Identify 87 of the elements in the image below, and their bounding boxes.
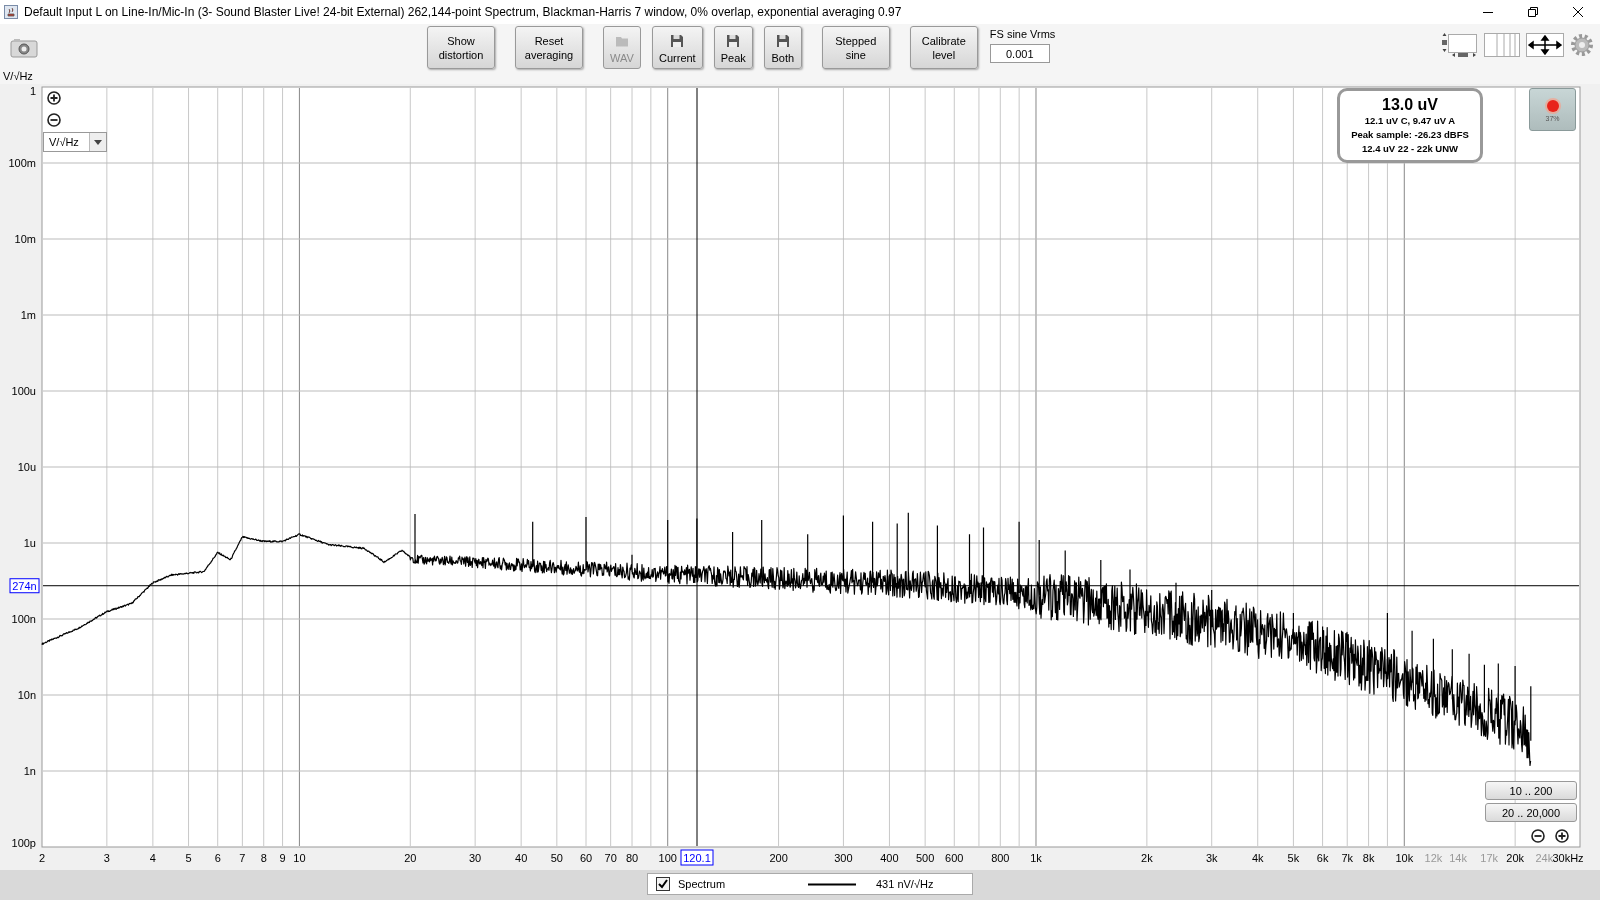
x-tick-label: 6 — [214, 852, 221, 864]
y-tick-label: 1m — [20, 309, 36, 321]
y-axis-title: V/√Hz — [3, 70, 33, 82]
readout-main-value: 13.0 uV — [1382, 95, 1438, 114]
zoom-in-icon[interactable] — [47, 91, 61, 105]
x-tick-label: 10 — [293, 852, 306, 864]
x-tick-label: 8k — [1362, 852, 1375, 864]
readout-line: Peak sample: -26.23 dBFS — [1351, 128, 1469, 142]
x-tick-label: 2 — [38, 852, 46, 864]
zoom-in-icon[interactable] — [1555, 829, 1569, 843]
x-tick-label: 600 — [945, 852, 964, 864]
x-tick-label: 300 — [834, 852, 853, 864]
move-arrows-icon[interactable] — [1526, 33, 1564, 57]
y-tick-label: 1n — [23, 765, 36, 777]
x-tick-label: 60 — [579, 852, 593, 864]
x-tick-label: 7k — [1341, 852, 1354, 864]
x-tick-label: 14k — [1449, 852, 1467, 864]
x-tick-label: 3k — [1205, 852, 1218, 864]
x-tick-label: 8 — [260, 852, 267, 864]
toolbar-button[interactable]: Stepped sine — [821, 26, 890, 69]
y-tick-label: 10m — [14, 233, 36, 245]
toolbar-button[interactable]: Current — [652, 26, 703, 69]
readout-line: 12.1 uV C, 9.47 uV A — [1364, 114, 1456, 128]
range-button[interactable]: 10 .. 200 — [1485, 781, 1577, 800]
x-tick-label: 24k — [1535, 852, 1554, 864]
x-tick-label: 30kHz — [1552, 852, 1584, 864]
x-tick-label: 200 — [769, 852, 788, 864]
y-tick-label: 100n — [11, 613, 36, 625]
toolbar-button[interactable]: Both — [763, 26, 802, 69]
toolbar-button[interactable]: Calibrate level — [909, 26, 978, 69]
x-tick-label: 4k — [1251, 852, 1264, 864]
app-icon — [4, 5, 18, 19]
x-tick-label: 4 — [149, 852, 156, 864]
cursor-x-label: 120.1 — [680, 849, 714, 866]
y-tick-label: 100u — [11, 385, 36, 397]
x-tick-label: 10k — [1395, 852, 1414, 864]
cursor-y-label: 274n — [9, 578, 40, 594]
x-tick-label: 7 — [239, 852, 246, 864]
y-tick-label: 100p — [11, 837, 36, 849]
y-tick-label: 10u — [17, 461, 36, 473]
toolbar-button[interactable]: Peak — [713, 26, 753, 69]
layout-icon[interactable] — [1440, 32, 1478, 58]
x-tick-label: 12k — [1424, 852, 1443, 864]
close-icon — [1571, 6, 1584, 18]
x-tick-label: 20 — [404, 852, 417, 864]
x-tick-label: 80 — [625, 852, 639, 864]
x-tick-label: 50 — [550, 852, 563, 864]
series-value: 431 nV/√Hz — [876, 878, 934, 890]
series-name: Spectrum — [678, 878, 727, 890]
y-tick-label: 1u — [23, 537, 36, 549]
x-tick-label: 5 — [185, 852, 192, 864]
x-tick-label: 1k — [1030, 852, 1042, 864]
x-tick-label: 500 — [915, 852, 935, 864]
folder-icon — [615, 34, 629, 48]
unit-dropdown[interactable]: V/√Hz — [43, 132, 107, 152]
caret-icon — [89, 133, 106, 151]
x-tick-label: 800 — [991, 852, 1010, 864]
y-tick-label: 1 — [29, 85, 36, 97]
range-button[interactable]: 20 .. 20,000 — [1485, 803, 1577, 822]
x-tick-label: 400 — [880, 852, 899, 864]
x-tick-label: 30 — [469, 852, 482, 864]
y-tick-label: 10n — [17, 689, 36, 701]
x-tick-label: 40 — [515, 852, 528, 864]
toolbar-button[interactable]: Show distortion — [427, 26, 495, 69]
fs-sine-label: FS sine Vrms — [989, 28, 1056, 40]
camera-icon[interactable] — [10, 38, 38, 58]
x-tick-label: 70 — [604, 852, 617, 864]
toolbar-button[interactable]: Reset averaging — [515, 26, 583, 69]
x-tick-label: 17k — [1480, 852, 1499, 864]
x-tick-label: 3 — [103, 852, 110, 864]
settings-icon[interactable] — [1570, 33, 1594, 57]
x-tick-label: 6k — [1316, 852, 1329, 864]
readout-line: 12.4 uV 22 - 22k UNW — [1361, 142, 1459, 156]
y-tick-label: 100m — [8, 157, 36, 169]
restore-icon — [1526, 6, 1539, 18]
x-tick-label: 20k — [1506, 852, 1524, 864]
window-title: Default Input L on Line-In/Mic-In (3- Sound Blaster Live! 24-bit External) 262,144-point Spectrum, Blackman-Harris 7 window, 0% overlap, exponential averaging 0.97 — [24, 5, 902, 19]
x-tick-label: 9 — [279, 852, 286, 864]
record-dot-icon — [1543, 97, 1562, 115]
x-tick-label: 2k — [1141, 852, 1153, 864]
legend-line-sample — [808, 882, 856, 886]
fs-sine-field[interactable]: 0.001 — [989, 44, 1050, 63]
x-tick-label: 5k — [1287, 852, 1300, 864]
x-tick-label: 100 — [658, 852, 677, 864]
series-checkbox[interactable] — [656, 877, 670, 891]
zoom-out-icon[interactable] — [47, 113, 61, 127]
zoom-out-icon[interactable] — [1531, 829, 1545, 843]
